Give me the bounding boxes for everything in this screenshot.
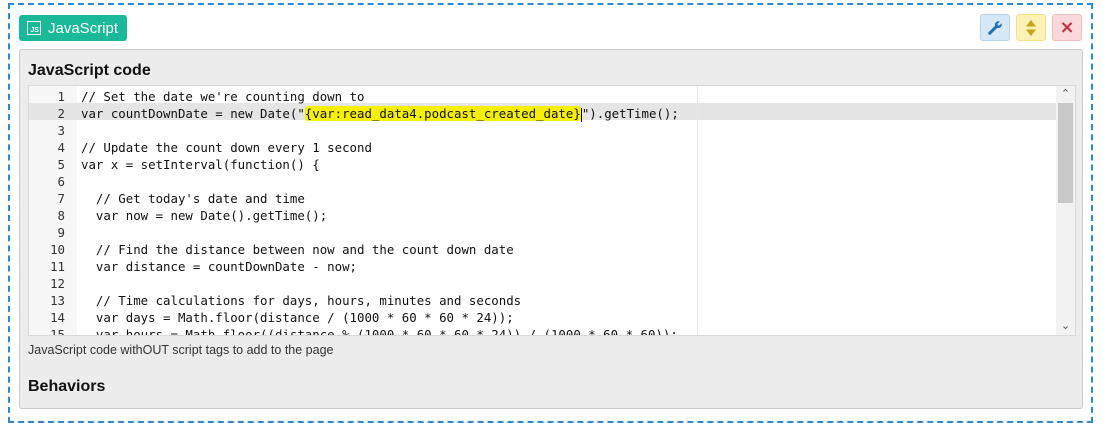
code-text: // Set the date we're counting down to xyxy=(81,89,365,104)
chevron-down-icon[interactable]: ⌄ xyxy=(1056,319,1075,333)
line-number: 2 xyxy=(57,106,65,121)
code-text: // Update the count down every 1 second xyxy=(81,140,372,155)
code-text: // Time calculations for days, hours, mi… xyxy=(81,293,522,308)
line-number: 12 xyxy=(50,276,65,291)
code-line[interactable]: 13 // Time calculations for days, hours,… xyxy=(29,292,1057,309)
line-number: 9 xyxy=(57,225,65,240)
block-type-badge: JS JavaScript xyxy=(19,15,128,41)
highlighted-variable: {var:read_data4.podcast_created_date} xyxy=(304,106,581,121)
code-editor[interactable]: 1// Set the date we're counting down to 2… xyxy=(28,85,1076,336)
code-text: var now = new Date().getTime(); xyxy=(81,208,328,223)
code-line[interactable]: 2 var countDownDate = new Date("{var:read… xyxy=(29,105,1057,122)
code-section-title: JavaScript code xyxy=(28,62,151,79)
line-number: 15 xyxy=(50,327,65,336)
code-segment: var countDownDate = new Date(" xyxy=(81,106,305,121)
code-help-text: JavaScript code withOUT script tags to a… xyxy=(28,343,334,357)
code-line[interactable]: 3 xyxy=(29,122,1057,139)
line-number: 5 xyxy=(57,157,65,172)
line-number: 13 xyxy=(50,293,65,308)
settings-button[interactable] xyxy=(980,14,1010,41)
line-number: 8 xyxy=(57,208,65,223)
chevron-up-icon[interactable]: ⌃ xyxy=(1056,87,1075,101)
code-line[interactable]: 4 // Update the count down every 1 second xyxy=(29,139,1057,156)
line-number: 11 xyxy=(50,259,65,274)
code-text: var x = setInterval(function() { xyxy=(81,157,320,172)
javascript-file-icon: JS xyxy=(27,21,41,35)
code-text: var hours = Math.floor((distance % (1000… xyxy=(81,327,678,336)
code-text: // Find the distance between now and the… xyxy=(81,242,514,257)
code-line[interactable]: 9 xyxy=(29,224,1057,241)
code-text: var days = Math.floor(distance / (1000 *… xyxy=(81,310,514,325)
sort-icon xyxy=(1026,19,1036,36)
code-text: // Get today's date and time xyxy=(81,191,305,206)
editor-scrollbar[interactable]: ⌃ ⌄ xyxy=(1056,86,1075,335)
line-number: 3 xyxy=(57,123,65,138)
behaviors-section-title: Behaviors xyxy=(28,378,106,395)
block-title: JavaScript xyxy=(48,19,119,37)
code-line[interactable]: 10 // Find the distance between now and … xyxy=(29,241,1057,258)
line-number: 4 xyxy=(57,140,65,155)
line-number: 1 xyxy=(57,89,65,104)
close-icon: × xyxy=(1059,17,1075,38)
code-line[interactable]: 6 xyxy=(29,173,1057,190)
line-number: 10 xyxy=(50,242,65,257)
code-line[interactable]: 5 var x = setInterval(function() { xyxy=(29,156,1057,173)
line-number: 6 xyxy=(57,174,65,189)
code-line[interactable]: 12 xyxy=(29,275,1057,292)
code-text: var countDownDate = new Date("{var:read_… xyxy=(81,105,679,122)
code-line[interactable]: 8 var now = new Date().getTime(); xyxy=(29,207,1057,224)
code-segment: ").getTime(); xyxy=(581,106,679,121)
line-number: 7 xyxy=(57,191,65,206)
code-line[interactable]: 15 var hours = Math.floor((distance % (1… xyxy=(29,326,1057,336)
code-text: var distance = countDownDate - now; xyxy=(81,259,358,274)
wrench-icon xyxy=(988,20,1002,35)
code-line[interactable]: 11 var distance = countDownDate - now; xyxy=(29,258,1057,275)
code-line[interactable]: 1 // Set the date we're counting down to xyxy=(29,88,1057,105)
close-button[interactable]: × xyxy=(1052,14,1082,41)
code-line[interactable]: 14 var days = Math.floor(distance / (100… xyxy=(29,309,1057,326)
move-button[interactable] xyxy=(1016,14,1046,41)
code-line[interactable]: 7 // Get today's date and time xyxy=(29,190,1057,207)
line-number: 14 xyxy=(50,310,65,325)
scrollbar-thumb[interactable] xyxy=(1058,103,1073,203)
code-lines: 1// Set the date we're counting down to 2… xyxy=(29,88,1057,336)
